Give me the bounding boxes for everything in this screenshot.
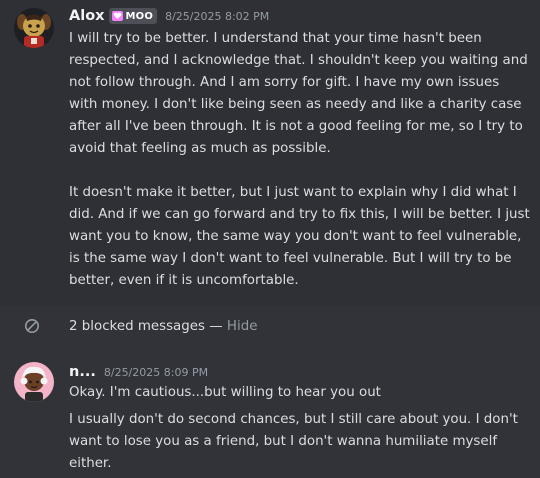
avatar-alox-image bbox=[14, 8, 54, 48]
message-paragraph: It doesn't make it better, but I just wa… bbox=[69, 185, 530, 288]
message-paragraph: I usually don't do second chances, but I… bbox=[69, 412, 518, 471]
message-timestamp[interactable]: 8/25/2025 8:02 PM bbox=[165, 10, 269, 23]
blocked-count-text: 2 blocked messages bbox=[69, 318, 205, 334]
heart-badge-icon bbox=[111, 11, 123, 21]
message-paragraph: Okay. I'm cautious...but willing to hear… bbox=[69, 385, 381, 400]
message-header: n... 8/25/2025 8:09 PM bbox=[69, 364, 208, 380]
message-timestamp[interactable]: 8/25/2025 8:09 PM bbox=[104, 366, 208, 379]
chat-messages: Alox MOO 8/25/2025 8:02 PM I will try to… bbox=[0, 0, 540, 478]
avatar-n[interactable] bbox=[14, 362, 54, 402]
guild-tag-label: MOO bbox=[125, 10, 154, 22]
guild-tag[interactable]: MOO bbox=[108, 8, 158, 24]
blocked-circle-icon bbox=[25, 319, 39, 333]
message-header: Alox MOO 8/25/2025 8:02 PM bbox=[69, 8, 269, 24]
hide-blocked-button[interactable]: Hide bbox=[227, 319, 258, 334]
blocked-messages-label: 2 blocked messages — Hide bbox=[69, 319, 257, 334]
username[interactable]: Alox bbox=[69, 8, 105, 24]
message-paragraph: I will try to be better. I understand th… bbox=[69, 31, 528, 156]
username[interactable]: n... bbox=[69, 364, 96, 380]
message-content: I will try to be better. I understand th… bbox=[69, 28, 531, 292]
avatar-n-image bbox=[14, 362, 54, 402]
message-group-n: n... 8/25/2025 8:09 PM Okay. I'm cautiou… bbox=[0, 356, 540, 478]
blocked-messages-row: 2 blocked messages — Hide bbox=[0, 310, 540, 342]
avatar-alox[interactable] bbox=[14, 8, 54, 48]
message-content: Okay. I'm cautious...but willing to hear… bbox=[69, 382, 531, 475]
message-group-alox: Alox MOO 8/25/2025 8:02 PM I will try to… bbox=[0, 0, 540, 306]
blocked-separator: — bbox=[209, 318, 223, 334]
